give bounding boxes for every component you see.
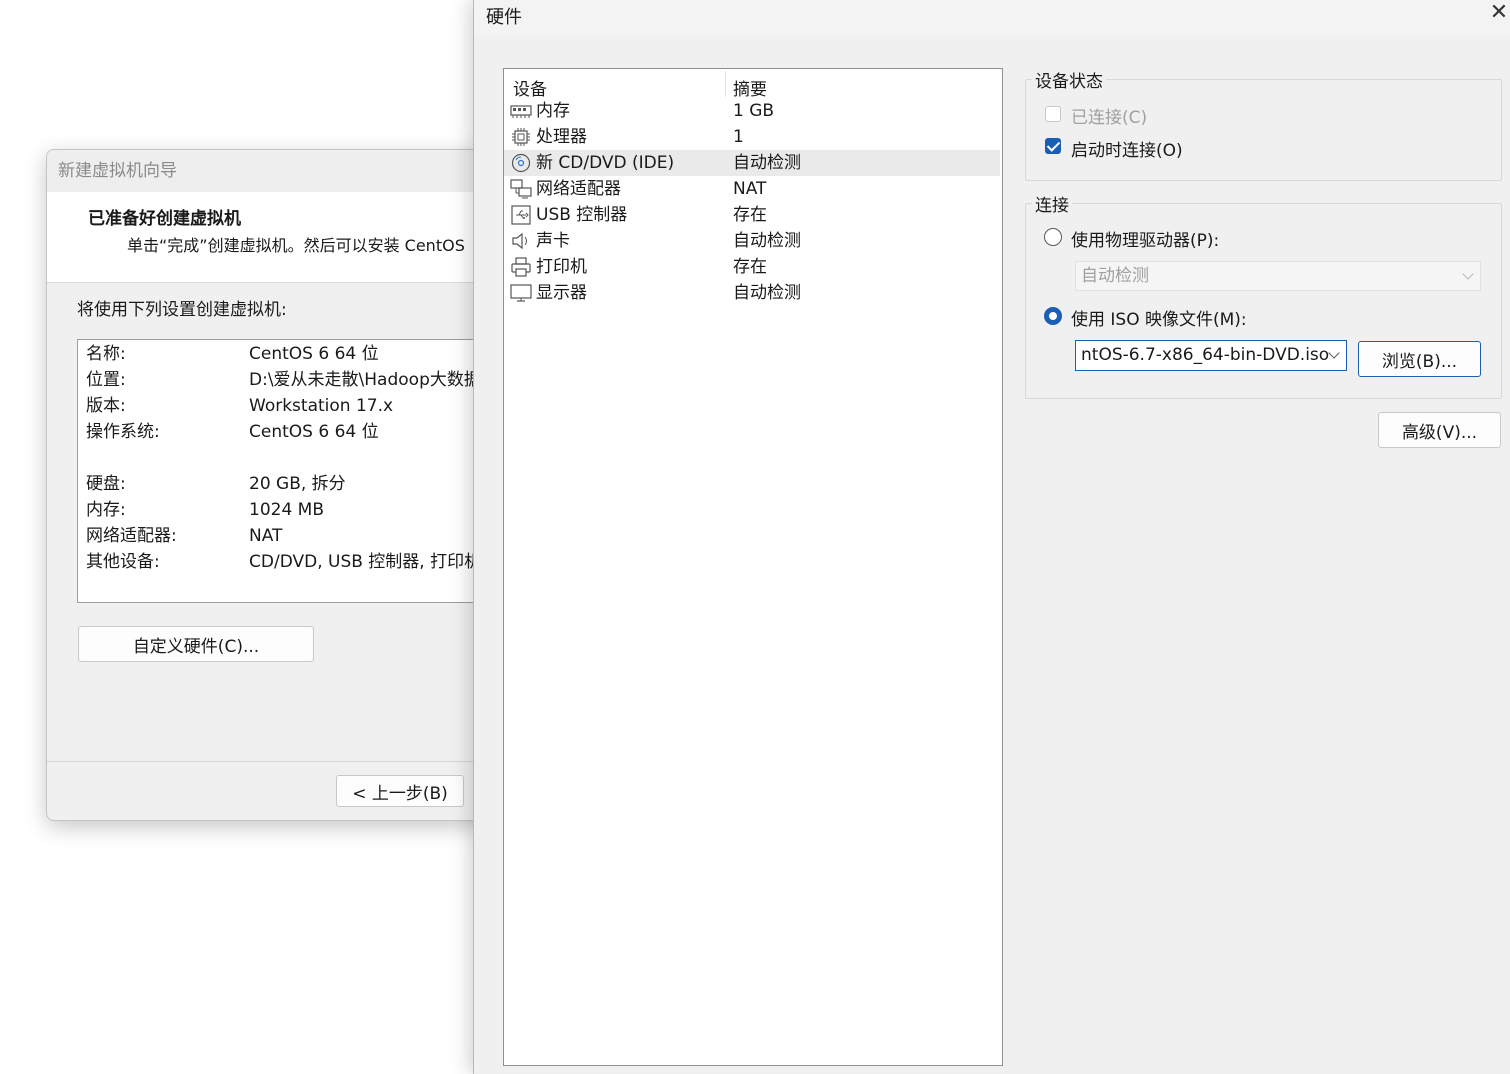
summary-label: 名称: bbox=[86, 344, 126, 364]
device-summary: 自动检测 bbox=[733, 283, 801, 303]
hardware-dialog: 硬件 ✕ 设备 摘要 内存 1 GB 处理器 1 新 CD/DVD (IDE) … bbox=[473, 0, 1510, 1074]
display-icon bbox=[510, 284, 532, 302]
device-name: 新 CD/DVD (IDE) bbox=[536, 153, 675, 173]
physical-drive-value: 自动检测 bbox=[1081, 266, 1149, 286]
physical-drive-select[interactable]: 自动检测 bbox=[1075, 261, 1481, 291]
use-physical-drive-radio[interactable] bbox=[1044, 228, 1062, 246]
usb-icon bbox=[511, 205, 531, 225]
device-row-printer[interactable]: 打印机 存在 bbox=[504, 254, 1000, 280]
use-iso-image-radio[interactable] bbox=[1044, 307, 1062, 325]
device-row-sound-card[interactable]: 声卡 自动检测 bbox=[504, 228, 1000, 254]
wizard-header: 已准备好创建虚拟机 单击“完成”创建虚拟机。然后可以安装 CentOS bbox=[47, 192, 527, 283]
device-row-cd-dvd[interactable]: 新 CD/DVD (IDE) 自动检测 bbox=[504, 150, 1000, 176]
device-summary: 自动检测 bbox=[733, 153, 801, 173]
device-summary: 存在 bbox=[733, 205, 767, 225]
connection-title: 连接 bbox=[1032, 191, 1072, 216]
device-status-title: 设备状态 bbox=[1032, 67, 1106, 92]
chevron-down-icon bbox=[1328, 347, 1340, 359]
device-name: 内存 bbox=[536, 101, 570, 121]
use-iso-image-label: 使用 ISO 映像文件(M): bbox=[1071, 310, 1247, 330]
summary-value: Workstation 17.x bbox=[249, 396, 394, 416]
device-summary: 存在 bbox=[733, 257, 767, 277]
device-name: 处理器 bbox=[536, 127, 587, 147]
device-list-header: 设备 摘要 bbox=[504, 71, 1002, 100]
device-name: 网络适配器 bbox=[536, 179, 621, 199]
connection-group: 连接 使用物理驱动器(P): 自动检测 使用 ISO 映像文件(M): ntOS… bbox=[1025, 191, 1502, 399]
device-summary: 自动检测 bbox=[733, 231, 801, 251]
summary-label: 网络适配器: bbox=[86, 526, 177, 546]
wizard-footer-divider bbox=[47, 761, 527, 762]
column-separator[interactable] bbox=[725, 71, 726, 97]
summary-label: 操作系统: bbox=[86, 422, 160, 442]
device-list: 设备 摘要 内存 1 GB 处理器 1 新 CD/DVD (IDE) 自动检测 … bbox=[503, 68, 1003, 1066]
summary-label: 硬盘: bbox=[86, 474, 126, 494]
device-name: 声卡 bbox=[536, 231, 570, 251]
device-status-group: 设备状态 已连接(C) 启动时连接(O) bbox=[1025, 67, 1502, 181]
wizard-header-subtitle: 单击“完成”创建虚拟机。然后可以安装 CentOS bbox=[127, 236, 465, 255]
hardware-titlebar: 硬件 ✕ bbox=[474, 0, 1510, 37]
summary-value: CentOS 6 64 位 bbox=[249, 422, 379, 442]
summary-value: NAT bbox=[249, 526, 283, 546]
wizard-titlebar: 新建虚拟机向导 bbox=[47, 150, 527, 192]
summary-value: CentOS 6 64 位 bbox=[249, 344, 379, 364]
device-row-usb-controller[interactable]: USB 控制器 存在 bbox=[504, 202, 1000, 228]
use-physical-drive-label: 使用物理驱动器(P): bbox=[1071, 231, 1220, 251]
close-icon[interactable]: ✕ bbox=[1489, 0, 1509, 25]
device-summary: 1 bbox=[733, 127, 744, 147]
device-name: USB 控制器 bbox=[536, 205, 628, 225]
sound-card-icon bbox=[512, 232, 527, 250]
column-header-summary[interactable]: 摘要 bbox=[733, 75, 767, 100]
device-name: 打印机 bbox=[536, 257, 587, 277]
advanced-button[interactable]: 高级(V)... bbox=[1378, 412, 1501, 448]
network-adapter-icon bbox=[510, 179, 532, 199]
device-name: 显示器 bbox=[536, 283, 587, 303]
iso-file-value: ntOS-6.7-x86_64-bin-DVD.iso bbox=[1081, 345, 1330, 365]
back-button[interactable]: < 上一步(B) bbox=[336, 775, 464, 807]
iso-file-combo[interactable]: ntOS-6.7-x86_64-bin-DVD.iso bbox=[1075, 340, 1347, 371]
device-summary: 1 GB bbox=[733, 101, 775, 121]
connect-at-power-on-label: 启动时连接(O) bbox=[1071, 141, 1183, 161]
cd-dvd-icon bbox=[511, 153, 531, 173]
new-vm-wizard-window: 新建虚拟机向导 已准备好创建虚拟机 单击“完成”创建虚拟机。然后可以安装 Cen… bbox=[46, 149, 528, 821]
device-summary: NAT bbox=[733, 179, 767, 199]
summary-value: D:\爱从未走散\Hadoop大数据 bbox=[249, 370, 481, 390]
summary-label: 内存: bbox=[86, 500, 126, 520]
summary-label: 其他设备: bbox=[86, 552, 160, 572]
summary-value: CD/DVD, USB 控制器, 打印机 bbox=[249, 552, 482, 572]
wizard-lead-text: 将使用下列设置创建虚拟机: bbox=[77, 300, 287, 320]
summary-label: 位置: bbox=[86, 370, 126, 390]
connected-checkbox[interactable] bbox=[1045, 106, 1061, 122]
summary-label: 版本: bbox=[86, 396, 126, 416]
connect-at-power-on-checkbox[interactable] bbox=[1045, 138, 1061, 154]
memory-icon bbox=[510, 105, 532, 118]
hardware-title: 硬件 bbox=[486, 7, 522, 28]
summary-value: 1024 MB bbox=[249, 500, 324, 520]
device-row-processor[interactable]: 处理器 1 bbox=[504, 124, 1000, 150]
customize-hardware-button[interactable]: 自定义硬件(C)... bbox=[78, 626, 314, 662]
device-row-display[interactable]: 显示器 自动检测 bbox=[504, 280, 1000, 306]
chevron-down-icon bbox=[1462, 268, 1474, 280]
browse-button[interactable]: 浏览(B)... bbox=[1358, 341, 1481, 377]
vm-settings-summary: 名称: CentOS 6 64 位 位置: D:\爱从未走散\Hadoop大数据… bbox=[77, 339, 527, 603]
column-header-device[interactable]: 设备 bbox=[513, 75, 547, 100]
printer-icon bbox=[511, 257, 531, 277]
connected-label: 已连接(C) bbox=[1071, 108, 1148, 128]
device-row-memory[interactable]: 内存 1 GB bbox=[504, 98, 1000, 124]
wizard-header-title: 已准备好创建虚拟机 bbox=[88, 209, 241, 229]
processor-icon bbox=[512, 128, 530, 146]
summary-value: 20 GB, 拆分 bbox=[249, 474, 346, 494]
device-row-network-adapter[interactable]: 网络适配器 NAT bbox=[504, 176, 1000, 202]
